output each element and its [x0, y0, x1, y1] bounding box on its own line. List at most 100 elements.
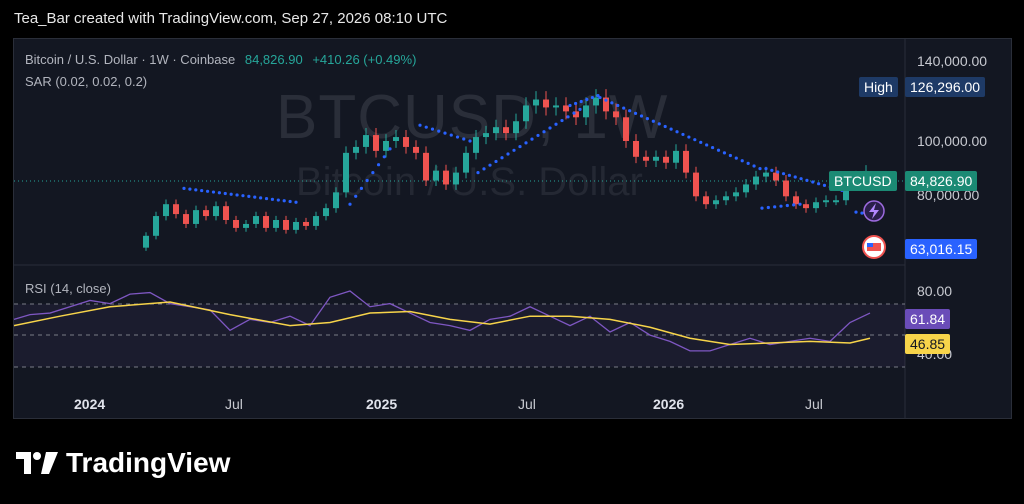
sar-dot: [770, 168, 774, 172]
sar-dot: [628, 109, 632, 113]
price-candle: [483, 133, 489, 138]
x-label-2025: 2025: [366, 396, 398, 412]
sar-dot: [282, 199, 286, 203]
sar-dot: [229, 192, 233, 196]
sar-dot: [188, 187, 192, 191]
sar-dot: [443, 131, 447, 135]
price-candle: [733, 192, 739, 197]
sar-dot: [270, 197, 275, 201]
sar-dot: [604, 98, 608, 102]
price-candle: [683, 150, 689, 173]
high-label: High: [859, 77, 898, 97]
symbol-legend[interactable]: Bitcoin / U.S. Dollar · 1W · Coinbase 84…: [25, 52, 416, 67]
sar-dot: [822, 183, 827, 187]
sar-dot: [779, 204, 783, 208]
rsi-tick: 80.00: [917, 283, 953, 299]
sar-dot: [418, 123, 422, 127]
price-candle: [153, 216, 159, 236]
sar-dot: [687, 135, 691, 139]
rsi-ma-value-tag: 46.85: [905, 334, 951, 354]
sar-dot: [554, 122, 558, 126]
price-candle: [773, 172, 779, 181]
price-chart[interactable]: [0, 0, 1024, 504]
price-candle: [693, 172, 699, 197]
price-candle: [173, 204, 179, 215]
price-candle: [543, 99, 549, 108]
price-candle: [233, 220, 239, 228]
sar-legend[interactable]: SAR (0.02, 0.02, 0.2): [25, 74, 147, 89]
sar-dot: [223, 191, 227, 196]
price-candle: [473, 137, 479, 153]
sar-dot: [669, 127, 673, 131]
rsi-value-tag: 61.84: [905, 309, 951, 329]
price-candle: [523, 105, 529, 122]
sar-dot: [512, 148, 516, 152]
sar-dot: [194, 188, 198, 192]
sar-dot: [371, 171, 375, 175]
sar-dot: [476, 171, 480, 175]
sar-dot: [766, 205, 770, 210]
price-candle: [313, 216, 319, 226]
sar-dot: [811, 180, 815, 184]
sar-dot: [799, 177, 803, 181]
sar-dot: [276, 198, 280, 202]
price-candle: [793, 196, 799, 205]
sar-dot: [616, 103, 620, 108]
sar-dot: [639, 114, 644, 118]
sar-dot: [430, 127, 435, 131]
high-value: 126,296.00: [905, 77, 986, 97]
price-candle: [383, 141, 389, 151]
sar-dot: [388, 147, 392, 151]
sar-dot: [536, 133, 540, 138]
price-candle: [503, 127, 509, 134]
sar-dot: [728, 153, 732, 158]
price-tick: 100,000.00: [917, 133, 988, 149]
sar-dot: [548, 126, 552, 130]
sar-dot: [585, 97, 589, 102]
price-candle: [833, 200, 839, 203]
sar-dot: [482, 167, 486, 171]
sar-dot: [798, 202, 802, 206]
sar-dot: [455, 135, 460, 139]
sar-dot: [259, 196, 263, 200]
sar-dot: [205, 189, 210, 193]
tradingview-brand[interactable]: TradingView: [16, 447, 230, 479]
sar-dot: [746, 161, 750, 165]
price-candle: [393, 137, 399, 141]
sar-dot: [787, 173, 791, 177]
sar-dot: [500, 156, 504, 160]
sar-dot: [241, 194, 245, 198]
sar-dot: [568, 103, 572, 108]
sar-dot: [633, 111, 638, 115]
sar-dot: [657, 122, 661, 126]
x-label-2024: 2024: [74, 396, 106, 412]
sar-dot: [681, 132, 685, 137]
price-tick: 140,000.00: [917, 53, 988, 69]
sar-dot: [693, 138, 697, 142]
sar-dot: [651, 119, 655, 123]
price-candle: [613, 111, 619, 118]
sar-dot: [354, 194, 358, 198]
sar-dot: [598, 95, 602, 100]
last-price-tag: 84,826.90: [905, 171, 978, 191]
sar-dot: [468, 139, 472, 143]
price-candle: [343, 152, 349, 193]
rsi-legend[interactable]: RSI (14, close): [25, 281, 111, 296]
price-candle: [253, 216, 259, 224]
price-candle: [193, 210, 199, 224]
price-candle: [433, 170, 439, 181]
last-price: 84,826.90: [244, 52, 303, 67]
sar-dot: [699, 140, 703, 144]
sar-dot: [773, 205, 777, 209]
price-candle: [303, 221, 309, 226]
sar-dot: [781, 172, 786, 176]
price-candle: [723, 196, 729, 201]
price-candle: [703, 196, 709, 205]
sar-dot: [524, 141, 528, 145]
sar-dot: [710, 145, 715, 150]
sar-dot: [716, 148, 721, 152]
sar-dot: [758, 167, 762, 171]
sar-dot: [542, 130, 546, 134]
price-candle: [223, 206, 229, 220]
sar-dot: [578, 107, 582, 111]
